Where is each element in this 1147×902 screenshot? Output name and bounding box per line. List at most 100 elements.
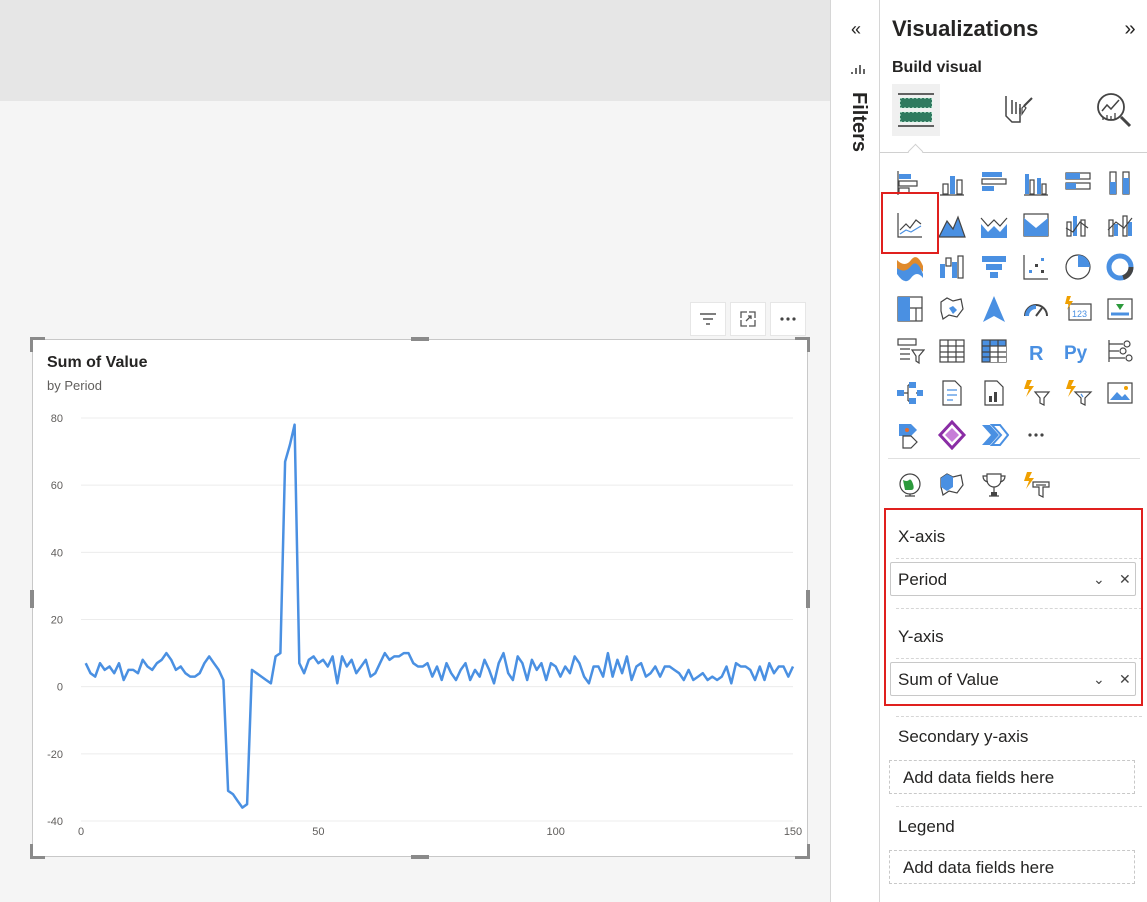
stacked-column-chart-icon[interactable] [937, 168, 967, 198]
waterfall-chart-icon[interactable] [937, 252, 967, 282]
treemap-icon[interactable] [895, 294, 925, 324]
build-visual-tab[interactable] [892, 84, 940, 136]
more-visuals-icon[interactable] [1021, 420, 1051, 450]
x-tick-label: 150 [784, 826, 802, 838]
goals-icon[interactable] [979, 470, 1009, 500]
more-options-button[interactable] [770, 302, 806, 336]
100-stacked-column-chart-icon[interactable] [1105, 168, 1135, 198]
map-icon[interactable] [937, 294, 967, 324]
filters-label[interactable]: Filters [840, 92, 870, 172]
x-tick-label: 0 [78, 826, 84, 838]
secondary-yaxis-label: Secondary y-axis [898, 727, 1029, 746]
secondary-yaxis-placeholder: Add data fields here [903, 768, 1055, 787]
ribbon-chart-icon[interactable] [895, 252, 925, 282]
filled-shape-map-icon[interactable] [937, 470, 967, 500]
funnel-chart-icon[interactable] [979, 252, 1009, 282]
y-tick-label: 40 [51, 547, 63, 559]
area-chart-icon[interactable] [937, 210, 967, 240]
selected-visual-highlight [881, 192, 939, 254]
well-divider [896, 806, 1142, 807]
series-line [84, 423, 795, 809]
more-options-icon [780, 317, 796, 321]
y-tick-label: -20 [47, 749, 63, 761]
y-tick-label: 0 [57, 682, 63, 694]
format-visual-tab[interactable] [994, 88, 1038, 132]
visualizations-title: Visualizations [892, 16, 1039, 41]
ribbon-area [0, 0, 830, 102]
scatter-chart-icon[interactable] [1021, 252, 1051, 282]
line-and-clustered-column-chart-icon[interactable] [1105, 210, 1135, 240]
matrix-icon[interactable] [979, 336, 1009, 366]
line-chart: 80 60 40 20 0 -20 -40 0 50 100 150 [47, 413, 802, 838]
svg-text:123: 123 [1072, 309, 1087, 319]
build-visual-label: Build visual [892, 59, 982, 76]
decomposition-tree-icon[interactable] [895, 378, 925, 408]
resize-handle[interactable] [30, 590, 34, 608]
fields-highlight [884, 508, 1143, 706]
resize-handle[interactable] [806, 590, 810, 608]
chevron-double-left-icon[interactable]: « [846, 19, 866, 39]
x-tick-label: 100 [546, 826, 564, 838]
legend-well[interactable]: Add data fields here [889, 850, 1135, 884]
100-stacked-bar-chart-icon[interactable] [1063, 168, 1093, 198]
kpi-icon[interactable] [1105, 294, 1135, 324]
python-visual-icon[interactable]: Py [1063, 336, 1093, 366]
y-tick-label: 20 [51, 615, 63, 627]
clustered-bar-chart-icon[interactable] [979, 168, 1009, 198]
metrics-icon[interactable] [1063, 378, 1093, 408]
tab-pointer [907, 143, 924, 160]
analytics-tab[interactable] [1092, 88, 1136, 132]
x-tick-label: 50 [312, 826, 324, 838]
azure-map-icon[interactable] [979, 294, 1009, 324]
secondary-yaxis-well[interactable]: Add data fields here [889, 760, 1135, 794]
y-tick-label: 80 [51, 413, 63, 425]
stacked-area-chart-icon[interactable] [979, 210, 1009, 240]
globe-map-icon[interactable] [895, 470, 925, 500]
legend-placeholder: Add data fields here [903, 858, 1055, 877]
y-tick-label: 60 [51, 480, 63, 492]
image-visual-icon[interactable] [1105, 378, 1135, 408]
table-icon[interactable] [937, 336, 967, 366]
gallery-divider [888, 458, 1140, 459]
filter-pane-icon [851, 65, 865, 74]
smart-narrative-icon[interactable] [1021, 378, 1051, 408]
flow-visual-icon[interactable] [979, 420, 1010, 450]
clustered-column-chart-icon[interactable] [1021, 168, 1051, 198]
filter-icon [700, 313, 716, 325]
paginated-report-icon[interactable] [979, 378, 1009, 408]
slicer-icon[interactable] [895, 336, 926, 366]
filter-button[interactable] [690, 302, 726, 336]
line-and-column-chart-icon[interactable] [1063, 210, 1093, 240]
resize-handle[interactable] [30, 844, 45, 859]
build-visual-icon [898, 93, 934, 127]
chevron-double-right-icon[interactable]: » [1120, 18, 1140, 40]
resize-handle[interactable] [411, 337, 429, 341]
resize-handle[interactable] [795, 337, 810, 352]
y-tick-label: -40 [47, 816, 63, 828]
power-apps-icon[interactable] [895, 420, 925, 450]
gauge-icon[interactable] [1021, 294, 1051, 324]
100-stacked-area-chart-icon[interactable] [1021, 210, 1051, 240]
resize-handle[interactable] [30, 337, 45, 352]
resize-handle[interactable] [411, 855, 429, 859]
r-visual-icon[interactable]: R [1021, 336, 1051, 366]
smart-filter-icon[interactable] [1021, 470, 1051, 500]
qna-icon[interactable] [937, 378, 967, 408]
donut-chart-icon[interactable] [1105, 252, 1135, 282]
focus-mode-icon [740, 311, 756, 327]
visualizations-pane: Visualizations » Build visual 123 R Py X-a… [880, 0, 1147, 902]
power-automate-icon[interactable] [937, 419, 967, 451]
pie-chart-icon[interactable] [1063, 252, 1093, 282]
key-influencers-icon[interactable] [1105, 336, 1135, 366]
format-visual-icon [1005, 96, 1033, 123]
legend-label: Legend [898, 817, 955, 836]
focus-mode-button[interactable] [730, 302, 766, 336]
svg-text:R: R [1029, 343, 1044, 365]
svg-text:Py: Py [1064, 343, 1088, 364]
well-divider [896, 716, 1142, 717]
resize-handle[interactable] [795, 844, 810, 859]
visual-header [690, 302, 806, 338]
analytics-icon [1097, 93, 1132, 128]
line-chart-visual[interactable]: Sum of Value by Period 80 60 40 20 0 -20 -40 0 5… [30, 337, 810, 859]
card-icon[interactable]: 123 [1063, 294, 1093, 324]
